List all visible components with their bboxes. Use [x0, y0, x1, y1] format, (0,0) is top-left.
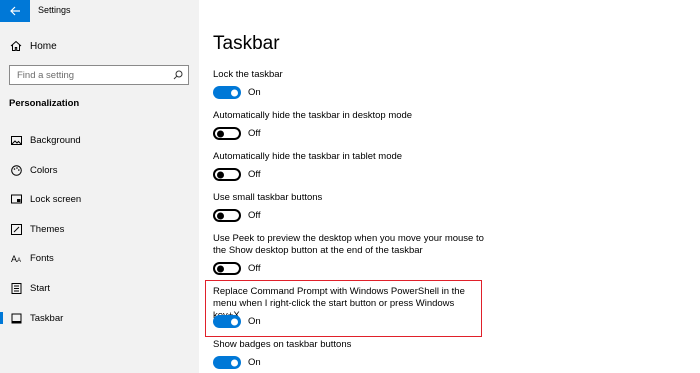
- toggle-lock-taskbar[interactable]: [213, 86, 241, 99]
- sidebar-item-label: Fonts: [30, 252, 54, 264]
- sidebar-item-taskbar[interactable]: Taskbar: [0, 308, 199, 328]
- font-icon: AA: [9, 251, 23, 265]
- toggle-badges[interactable]: [213, 356, 241, 369]
- toggle-knob: [217, 130, 224, 137]
- sidebar-item-label: Lock screen: [30, 193, 82, 205]
- toggle-autohide-tablet[interactable]: [213, 168, 241, 181]
- search-input[interactable]: Find a setting: [9, 65, 189, 85]
- palette-icon: [9, 163, 23, 177]
- sidebar-item-background[interactable]: Background: [0, 130, 199, 150]
- toggle-state: Off: [248, 263, 261, 274]
- sidebar: Settings Home Find a setting Personaliza…: [0, 0, 199, 373]
- svg-text:A: A: [17, 258, 21, 264]
- toggle-knob: [217, 265, 224, 272]
- setting-label-autohide-desktop: Automatically hide the taskbar in deskto…: [213, 110, 413, 121]
- toggle-state: On: [248, 357, 261, 368]
- sidebar-item-themes[interactable]: Themes: [0, 219, 199, 239]
- toggle-knob: [217, 212, 224, 219]
- search-icon: [173, 70, 183, 80]
- toggle-state: Off: [248, 128, 261, 139]
- sidebar-item-label: Colors: [30, 164, 58, 176]
- search-placeholder: Find a setting: [17, 69, 75, 81]
- toggle-knob: [231, 359, 238, 366]
- picture-icon: [9, 133, 23, 147]
- sidebar-item-label: Taskbar: [30, 312, 64, 324]
- toggle-small-buttons[interactable]: [213, 209, 241, 222]
- toggle-knob: [231, 89, 238, 96]
- back-arrow-icon: [10, 6, 20, 16]
- toggle-peek[interactable]: [213, 262, 241, 275]
- sidebar-item-colors[interactable]: Colors: [0, 160, 199, 180]
- start-icon: [9, 281, 23, 295]
- setting-label-peek: Use Peek to preview the desktop when you…: [213, 233, 484, 256]
- sidebar-item-fonts[interactable]: AA Fonts: [0, 248, 199, 268]
- sidebar-item-label: Start: [30, 282, 51, 294]
- setting-label-small-buttons: Use small taskbar buttons: [213, 192, 323, 203]
- setting-label-lock-taskbar: Lock the taskbar: [213, 69, 283, 80]
- app-title: Settings: [38, 5, 71, 15]
- back-button[interactable]: [0, 0, 30, 22]
- sidebar-item-start[interactable]: Start: [0, 278, 199, 298]
- title-bar: Settings: [0, 0, 199, 22]
- page-title: Taskbar: [213, 33, 280, 54]
- section-title: Personalization: [9, 98, 80, 109]
- brush-icon: [9, 222, 23, 236]
- sidebar-item-lock-screen[interactable]: Lock screen: [0, 189, 199, 209]
- home-icon: [9, 39, 23, 53]
- lock-screen-icon: [9, 192, 23, 206]
- taskbar-icon: [9, 311, 23, 325]
- sidebar-item-label: Themes: [30, 223, 65, 235]
- setting-label-badges: Show badges on taskbar buttons: [213, 339, 352, 350]
- toggle-autohide-desktop[interactable]: [213, 127, 241, 140]
- toggle-knob: [217, 171, 224, 178]
- toggle-state: Off: [248, 210, 261, 221]
- sidebar-item-label: Background: [30, 134, 81, 146]
- highlight-box: [205, 280, 482, 337]
- toggle-state: On: [248, 87, 261, 98]
- setting-label-autohide-tablet: Automatically hide the taskbar in tablet…: [213, 151, 403, 162]
- nav-home-label: Home: [30, 40, 57, 52]
- toggle-state: Off: [248, 169, 261, 180]
- nav-home[interactable]: Home: [9, 38, 57, 54]
